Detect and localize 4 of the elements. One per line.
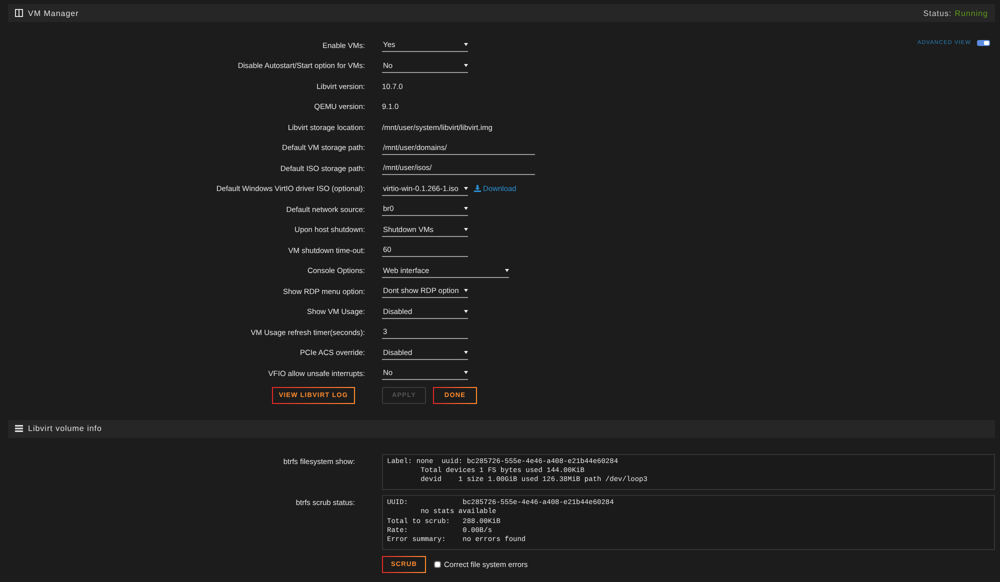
section-title: VM Manager (28, 8, 79, 18)
section-title: Libvirt volume info (28, 424, 102, 433)
status-value: Running (954, 8, 988, 18)
status-label: Status: (923, 8, 952, 18)
